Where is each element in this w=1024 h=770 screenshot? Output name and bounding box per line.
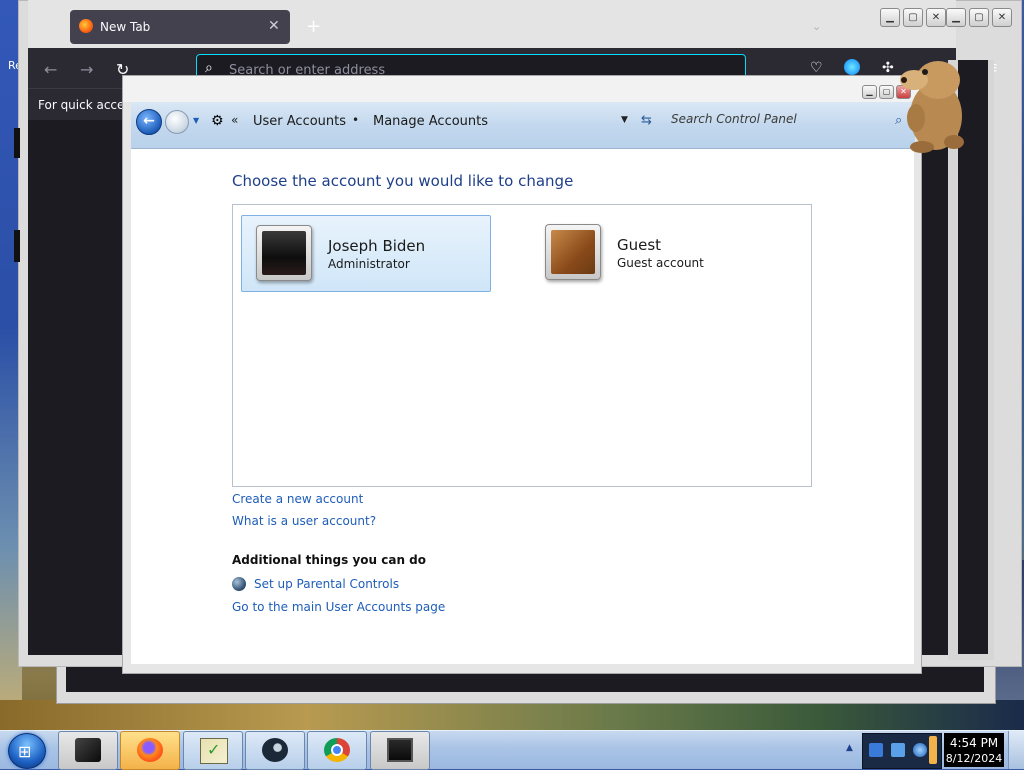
clock-date: 8/12/2024	[945, 752, 1003, 765]
pocket-icon[interactable]: ♡	[810, 60, 823, 76]
window-minimize-button[interactable]: ▁	[946, 8, 966, 27]
briefcase-icon	[551, 230, 595, 274]
chrome-icon	[324, 738, 350, 762]
new-tab-button[interactable]: +	[306, 16, 321, 37]
search-control-panel-input[interactable]: Search Control Panel	[671, 112, 886, 132]
cp-minimize-button[interactable]: ▁	[862, 85, 877, 99]
breadcrumb-user-accounts[interactable]: User Accounts	[253, 114, 346, 129]
forward-arrow-icon[interactable]: →	[80, 60, 93, 79]
network-icon[interactable]	[869, 743, 883, 757]
steam-icon	[262, 738, 288, 762]
breadcrumb-separator[interactable]: •	[352, 113, 359, 127]
firefox-close-button[interactable]: ✕	[926, 8, 946, 27]
window-maximize-button[interactable]: ▢	[969, 8, 989, 27]
monitor-icon	[387, 738, 413, 762]
refresh-icon[interactable]: ⇆	[641, 113, 652, 128]
groundhog-mascot-icon	[900, 61, 964, 153]
account-name: Guest	[617, 236, 662, 254]
control-panel-content: Choose the account you would like to cha…	[131, 149, 914, 664]
control-panel-icon: ⚙	[211, 113, 224, 129]
search-icon: ⌕	[205, 60, 213, 76]
recent-pages-dropdown-icon[interactable]: ▼	[193, 116, 199, 125]
taskbar: ⊞ ✓ ▲ 4:54 PM 8/12/2024	[0, 730, 1024, 770]
cp-maximize-button[interactable]: ▢	[879, 85, 894, 99]
desktop-fragment	[14, 230, 20, 262]
accounts-list: Joseph Biden Administrator Guest Guest a…	[232, 204, 812, 487]
taskbar-button-checklist-app[interactable]: ✓	[183, 731, 243, 770]
breadcrumb-overflow-icon[interactable]: «	[231, 113, 238, 127]
breadcrumb-manage-accounts[interactable]: Manage Accounts	[373, 114, 488, 129]
main-user-accounts-link[interactable]: Go to the main User Accounts page	[232, 600, 445, 614]
taskbar-button-firefox[interactable]	[120, 731, 180, 770]
dark-screen-icon	[262, 231, 306, 275]
volume-icon[interactable]	[929, 736, 937, 764]
account-avatar-icon[interactable]	[844, 59, 860, 75]
control-panel-navbar: ← ▼ ⚙ « User Accounts • Manage Accounts …	[131, 102, 915, 149]
clock-time: 4:54 PM	[949, 736, 999, 750]
list-all-tabs-icon[interactable]: ⌄	[812, 20, 821, 33]
desktop-wallpaper-strip	[0, 700, 1024, 730]
what-is-account-link[interactable]: What is a user account?	[232, 514, 376, 528]
window-close-button[interactable]: ✕	[992, 8, 1012, 27]
control-panel-titlebar	[123, 76, 919, 102]
black-device-icon	[75, 738, 101, 762]
account-picture	[256, 225, 312, 281]
firefox-maximize-button[interactable]: ▢	[903, 8, 923, 27]
update-icon[interactable]	[913, 743, 927, 757]
firefox-minimize-button[interactable]: ▁	[880, 8, 900, 27]
address-dropdown-icon[interactable]: ▼	[621, 115, 628, 125]
taskbar-button-chrome[interactable]	[307, 731, 367, 770]
forward-button[interactable]	[165, 110, 189, 134]
parental-controls-globe-icon	[232, 577, 246, 591]
account-type: Administrator	[328, 257, 410, 271]
account-tile-joseph-biden[interactable]: Joseph Biden Administrator	[241, 215, 491, 292]
back-arrow-icon[interactable]: ←	[44, 60, 57, 79]
create-account-link[interactable]: Create a new account	[232, 492, 363, 506]
start-button[interactable]: ⊞	[8, 733, 46, 769]
account-picture	[545, 224, 601, 280]
account-type: Guest account	[617, 256, 704, 270]
clock[interactable]: 4:54 PM 8/12/2024	[944, 733, 1004, 767]
parental-controls-link[interactable]: Set up Parental Controls	[254, 577, 399, 591]
additional-heading: Additional things you can do	[232, 553, 427, 567]
firefox-icon	[79, 19, 93, 33]
taskbar-button-steam[interactable]	[245, 731, 305, 770]
firefox-icon	[137, 738, 163, 762]
show-desktop-button[interactable]	[1008, 731, 1024, 769]
display-icon[interactable]	[891, 743, 905, 757]
back-button[interactable]: ←	[136, 109, 162, 135]
desktop-fragment	[14, 128, 20, 158]
tab-title: New Tab	[100, 20, 151, 34]
system-tray	[862, 733, 942, 769]
firefox-tab-new-tab[interactable]: New Tab ✕	[70, 10, 290, 44]
windows-logo-icon: ⊞	[18, 742, 32, 761]
account-name: Joseph Biden	[328, 237, 426, 255]
checklist-icon: ✓	[200, 738, 228, 764]
account-tile-guest[interactable]: Guest Guest account	[531, 215, 779, 290]
page-heading: Choose the account you would like to cha…	[232, 172, 574, 190]
close-tab-icon[interactable]: ✕	[268, 18, 280, 34]
taskbar-button-tablet-app[interactable]	[58, 731, 118, 770]
show-hidden-icons-icon[interactable]: ▲	[846, 743, 853, 753]
taskbar-button-screen-app[interactable]	[370, 731, 430, 770]
extensions-icon[interactable]: ✣	[882, 60, 894, 76]
